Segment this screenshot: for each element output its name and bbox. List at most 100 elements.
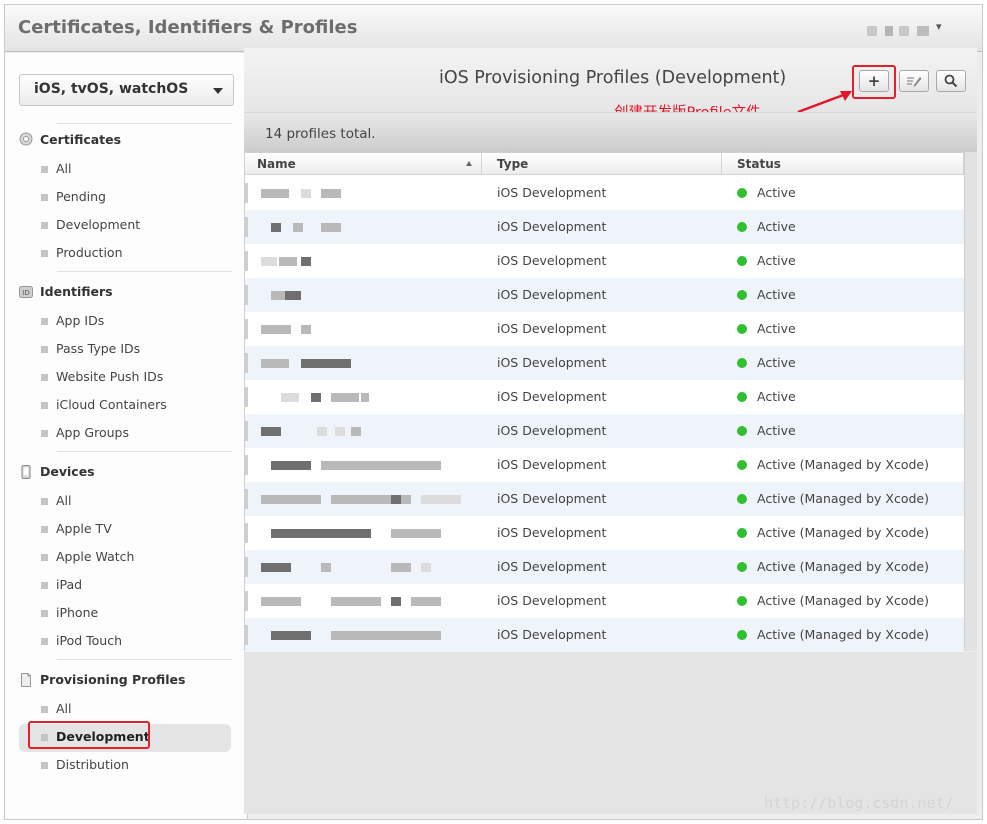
redacted-pixel (293, 223, 303, 232)
status-active-icon (737, 222, 747, 232)
table-row[interactable]: iOS Development Active (245, 278, 964, 312)
cell-status: Active (757, 219, 796, 234)
cell-type: iOS Development (497, 355, 607, 370)
cell-status: Active (Managed by Xcode) (757, 525, 929, 540)
redacted-pixel (335, 427, 345, 436)
table-row[interactable]: iOS Development Active (Managed by Xcode) (245, 516, 964, 550)
table-row[interactable]: iOS Development Active (Managed by Xcode) (245, 448, 964, 482)
profiles-table: Name Type Status iOS Development Active iO… (244, 152, 965, 652)
column-header-name[interactable]: Name (257, 157, 296, 171)
redacted-pixel (271, 291, 285, 300)
status-active-icon (737, 324, 747, 334)
divider (57, 451, 232, 452)
table-row[interactable]: iOS Development Active (Managed by Xcode) (245, 618, 964, 652)
table-row[interactable]: iOS Development Active (245, 176, 964, 210)
cell-type: iOS Development (497, 321, 607, 336)
row-marker (245, 251, 248, 271)
redacted-pixel (361, 393, 369, 402)
page-title: iOS Provisioning Profiles (Development) (439, 68, 787, 88)
redacted-pixel (391, 495, 401, 504)
certificate-icon (19, 132, 33, 146)
redacted-pixel (331, 597, 381, 606)
row-marker (245, 217, 248, 237)
search-button[interactable] (936, 70, 966, 92)
redacted-pixel (261, 189, 289, 198)
cell-status: Active (757, 253, 796, 268)
row-marker (245, 523, 248, 543)
phone-icon (21, 465, 31, 479)
redacted-pixel (271, 461, 311, 470)
table-row[interactable]: iOS Development Active (245, 380, 964, 414)
table-row[interactable]: iOS Development Active (Managed by Xcode) (245, 482, 964, 516)
profiles-total: 14 profiles total. (265, 126, 376, 142)
redacted-pixel (301, 359, 351, 368)
status-active-icon (737, 460, 747, 470)
status-active-icon (737, 528, 747, 538)
edit-button[interactable] (899, 70, 929, 92)
cell-type: iOS Development (497, 491, 607, 506)
redacted-pixel (279, 257, 297, 266)
redacted-pixel (311, 393, 321, 402)
cell-type: iOS Development (497, 559, 607, 574)
redacted-pixel (321, 563, 331, 572)
row-marker (245, 183, 248, 203)
redacted-pixel (271, 631, 311, 640)
sort-ascending-icon (466, 161, 472, 166)
cell-status: Active (757, 355, 796, 370)
table-row[interactable]: iOS Development Active (245, 414, 964, 448)
table-row[interactable]: iOS Development Active (Managed by Xcode) (245, 584, 964, 618)
status-active-icon (737, 630, 747, 640)
column-header-type[interactable]: Type (497, 157, 528, 171)
table-row[interactable]: iOS Development Active (Managed by Xcode) (245, 550, 964, 584)
redacted-pixel (261, 427, 281, 436)
empty-area (244, 652, 977, 814)
redacted-pixel (261, 597, 301, 606)
table-row[interactable]: iOS Development Active (245, 346, 964, 380)
main-header: iOS Provisioning Profiles (Development) … (244, 48, 977, 121)
redacted-pixel (285, 291, 301, 300)
cell-type: iOS Development (497, 253, 607, 268)
table-row[interactable]: iOS Development Active (245, 210, 964, 244)
redacted-username (885, 26, 893, 36)
redacted-pixel (321, 223, 341, 232)
user-menu[interactable]: ▾ (867, 20, 952, 37)
table-row[interactable]: iOS Development Active (245, 312, 964, 346)
redacted-pixel (261, 495, 321, 504)
chevron-down-icon: ▾ (936, 20, 942, 33)
redacted-pixel (301, 257, 311, 266)
status-active-icon (737, 256, 747, 266)
redacted-pixel (351, 427, 361, 436)
table-row[interactable]: iOS Development Active (245, 244, 964, 278)
cell-type: iOS Development (497, 593, 607, 608)
annotation-highlight-box (28, 721, 150, 749)
section-provisioning-profiles: Provisioning Profiles (40, 672, 186, 687)
cell-type: iOS Development (497, 525, 607, 540)
cell-status: Active (757, 423, 796, 438)
annotation-highlight-box (852, 65, 896, 99)
cell-status: Active (757, 287, 796, 302)
redacted-pixel (391, 563, 411, 572)
status-active-icon (737, 596, 747, 606)
status-active-icon (737, 358, 747, 368)
row-marker (245, 319, 248, 339)
section-certificates: Certificates (40, 132, 122, 147)
search-icon (944, 74, 958, 88)
cell-status: Active (757, 389, 796, 404)
scrollbar[interactable] (965, 152, 977, 651)
document-icon (21, 673, 31, 687)
chevron-down-icon (213, 88, 223, 94)
redacted-pixel (331, 631, 441, 640)
redacted-username (867, 26, 877, 36)
cell-status: Active (Managed by Xcode) (757, 627, 929, 642)
platform-select[interactable]: iOS, tvOS, watchOS (19, 74, 234, 106)
cell-type: iOS Development (497, 185, 607, 200)
watermark: http://blog.csdn.net/ (764, 794, 954, 812)
redacted-pixel (331, 393, 359, 402)
status-active-icon (737, 290, 747, 300)
redacted-username (917, 26, 929, 36)
column-header-status[interactable]: Status (737, 157, 781, 171)
row-marker (245, 557, 248, 577)
cell-status: Active (Managed by Xcode) (757, 593, 929, 608)
redacted-pixel (391, 597, 401, 606)
profiles-total-bar: 14 profiles total. (244, 112, 977, 156)
